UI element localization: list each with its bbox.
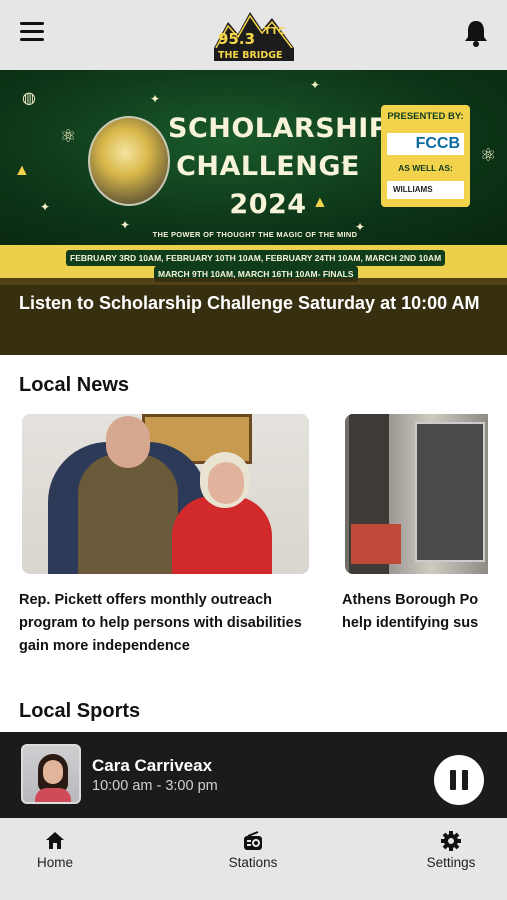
store-display (351, 524, 401, 564)
news-image-1[interactable] (22, 414, 309, 574)
logo-callsign: TTC (264, 26, 285, 37)
logo-frequency: 95.3 (218, 30, 255, 48)
star-icon: ✦ (40, 200, 51, 214)
storefront-door (415, 422, 485, 562)
atom-icon: ⚛ (60, 126, 77, 146)
local-news-heading: Local News (19, 374, 130, 396)
news-headline-2-text: Athens Borough Po help identifying sus (342, 592, 479, 631)
local-sports-heading: Local Sports (19, 700, 141, 722)
featured-banner[interactable]: ✦ ✦ ✦ ✦ ✦ ✦ ✦ ◍ ⚛ ⚛ ▲ ▲ SCHOLARSHIP CHAL… (0, 70, 507, 355)
star-icon: ✦ (310, 78, 321, 92)
pause-icon[interactable] (434, 755, 484, 805)
tab-settings[interactable]: Settings (411, 818, 491, 900)
app-header: 95.3 TTC THE BRIDGE (0, 0, 507, 70)
thinker-medallion (88, 116, 170, 206)
bottom-tab-bar: Home Stations Settings (0, 818, 507, 900)
as-well-as-label: AS WELL AS: (398, 163, 453, 173)
presented-by-label: PRESENTED BY: (387, 111, 464, 122)
home-icon (44, 830, 66, 852)
news-headline-1[interactable]: Rep. Pickett offers monthly outreach pro… (19, 589, 314, 658)
palette-icon: ◍ (22, 90, 36, 107)
bell-icon[interactable] (461, 18, 491, 48)
host-name: Cara Carriveax (92, 756, 213, 775)
tab-home[interactable]: Home (15, 818, 95, 900)
banner-title: SCHOLARSHIP CHALLENGE 2024 (168, 113, 390, 220)
sponsor-williams-logo: WILLIAMS (387, 181, 464, 199)
atom-icon: ⚛ (480, 145, 497, 165)
tab-home-label: Home (36, 855, 73, 870)
tab-stations[interactable]: Stations (213, 818, 293, 900)
hamburger-menu-icon[interactable] (20, 22, 44, 44)
man-vest (78, 454, 178, 574)
radio-icon (242, 830, 264, 852)
gear-icon (440, 830, 462, 852)
station-logo[interactable]: 95.3 TTC THE BRIDGE (212, 4, 296, 62)
sponsor-fccb-logo: FCCB (387, 133, 464, 155)
news-image-2[interactable] (345, 414, 488, 574)
news-headline-2[interactable]: Athens Borough Po help identifying sus (342, 589, 507, 635)
star-icon: ✦ (150, 92, 161, 106)
man-face (106, 416, 150, 468)
banner-caption: Listen to Scholarship Challenge Saturday… (19, 293, 480, 313)
tab-settings-label: Settings (426, 855, 476, 870)
show-time: 10:00 am - 3:00 pm (92, 778, 218, 794)
host-avatar (21, 744, 81, 804)
banner-caption-overlay (0, 278, 507, 355)
now-playing-bar[interactable]: Cara Carriveax 10:00 am - 3:00 pm (0, 732, 507, 818)
star-icon: ✦ (120, 218, 131, 232)
banner-tagline: THE POWER OF THOUGHT THE MAGIC OF THE MI… (152, 230, 358, 239)
tab-stations-label: Stations (228, 855, 278, 870)
woman-face (208, 462, 244, 504)
flask-icon: ▲ (14, 162, 30, 179)
dates-line-1: FEBRUARY 3RD 10AM, FEBRUARY 10TH 10AM, F… (66, 250, 446, 266)
logo-name: THE BRIDGE (218, 50, 283, 61)
sponsor-box: PRESENTED BY: FCCB AS WELL AS: WILLIAMS (381, 105, 470, 207)
